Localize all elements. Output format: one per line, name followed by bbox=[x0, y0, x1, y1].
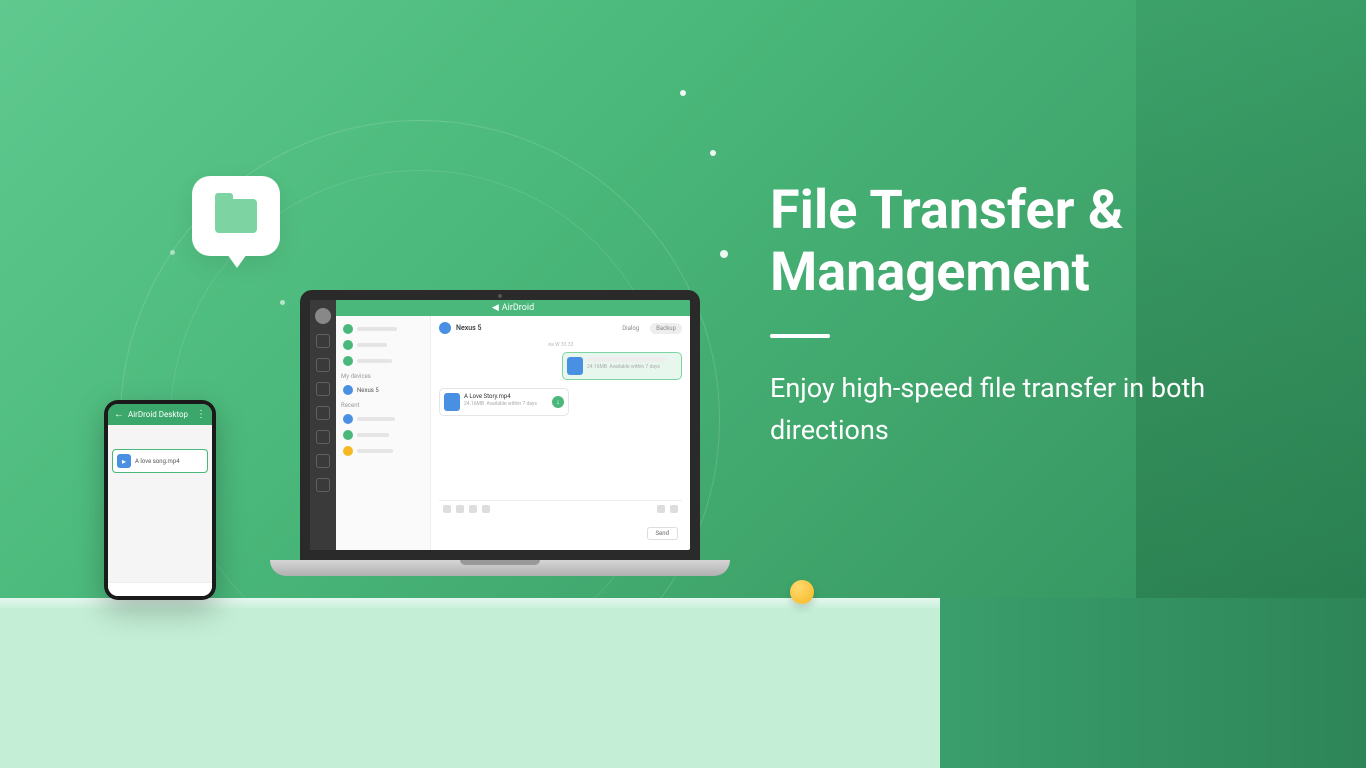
phone-chat-area: ▸ A love song.mp4 bbox=[108, 425, 212, 582]
folder-icon bbox=[215, 199, 257, 233]
app-main: ◀ AirDroid My devices Nexus 5 Recent bbox=[336, 300, 690, 550]
back-arrow-icon: ← bbox=[114, 409, 124, 420]
attachment-icon bbox=[482, 505, 490, 513]
hero-section: File Transfer & Management Enjoy high-sp… bbox=[770, 180, 1310, 452]
phone-input-bar bbox=[108, 582, 212, 596]
decorative-dot bbox=[720, 250, 728, 258]
sidebar-icon bbox=[316, 406, 330, 420]
chat-header: Nexus 5 Dialog Backup bbox=[439, 322, 682, 338]
sidebar-icon bbox=[316, 358, 330, 372]
phone-mockup: ← AirDroid Desktop ⋮ ▸ A love song.mp4 bbox=[104, 400, 216, 600]
download-icon: ↓ bbox=[552, 396, 564, 408]
phone-file-bubble: ▸ A love song.mp4 bbox=[112, 449, 208, 473]
file-title: A Love Story.mp4 bbox=[464, 393, 564, 400]
decorative-dot bbox=[170, 250, 175, 255]
file-icon bbox=[444, 393, 460, 411]
app-sidebar bbox=[310, 300, 336, 550]
file-icon bbox=[567, 357, 583, 375]
laptop-mockup: ◀ AirDroid My devices Nexus 5 Recent bbox=[270, 290, 730, 576]
hero-subtitle: Enjoy high-speed file transfer in both d… bbox=[770, 368, 1310, 452]
send-button: Send bbox=[647, 527, 678, 540]
divider bbox=[770, 334, 830, 338]
device-name: Nexus 5 bbox=[357, 387, 379, 394]
phone-header-title: AirDroid Desktop bbox=[128, 410, 188, 419]
chat-input-area: Send bbox=[439, 500, 682, 544]
incoming-file-message: A Love Story.mp4 24.16MB Available withi… bbox=[439, 388, 569, 416]
attachment-icon bbox=[456, 505, 464, 513]
device-avatar-icon bbox=[439, 322, 451, 334]
airdroid-logo-icon: ◀ bbox=[492, 303, 499, 313]
sidebar-icon bbox=[316, 478, 330, 492]
attachment-icon bbox=[443, 505, 451, 513]
phone-file-name: A love song.mp4 bbox=[135, 458, 180, 465]
platform-shadow bbox=[940, 598, 1366, 768]
chat-messages: via W 33.33 24.16MB Available within 7 d… bbox=[439, 338, 682, 500]
attachment-icon bbox=[657, 505, 665, 513]
attachment-icon bbox=[469, 505, 477, 513]
sidebar-icon bbox=[316, 430, 330, 444]
phone-app-header: ← AirDroid Desktop ⋮ bbox=[108, 404, 212, 425]
app-name: AirDroid bbox=[502, 303, 534, 313]
sidebar-icon bbox=[316, 334, 330, 348]
hero-title: File Transfer & Management bbox=[770, 180, 1310, 304]
chat-timestamp: via W 33.33 bbox=[439, 342, 682, 348]
laptop-base bbox=[270, 560, 730, 576]
recent-label: Recent bbox=[341, 402, 425, 409]
my-devices-label: My devices bbox=[341, 373, 425, 380]
user-avatar-icon bbox=[315, 308, 331, 324]
chat-panel: Nexus 5 Dialog Backup via W 33.33 bbox=[431, 316, 690, 550]
contacts-list: My devices Nexus 5 Recent bbox=[336, 316, 431, 550]
chat-device-name: Nexus 5 bbox=[456, 324, 481, 332]
phone-screen: ← AirDroid Desktop ⋮ ▸ A love song.mp4 bbox=[108, 404, 212, 596]
outgoing-file-message: 24.16MB Available within 7 days bbox=[562, 352, 682, 380]
menu-dots-icon: ⋮ bbox=[196, 409, 206, 420]
sidebar-icon bbox=[316, 382, 330, 396]
sidebar-icon bbox=[316, 454, 330, 468]
decorative-dot bbox=[680, 90, 686, 96]
folder-bubble-icon bbox=[192, 176, 280, 256]
app-title-bar: ◀ AirDroid bbox=[336, 300, 690, 316]
laptop-screen: ◀ AirDroid My devices Nexus 5 Recent bbox=[310, 300, 690, 550]
tab-dialog: Dialog bbox=[616, 323, 645, 334]
laptop-camera bbox=[498, 294, 502, 298]
attachment-icon bbox=[670, 505, 678, 513]
decorative-ball bbox=[790, 580, 814, 604]
file-icon: ▸ bbox=[117, 454, 131, 468]
decorative-dot bbox=[710, 150, 716, 156]
platform-surface bbox=[0, 598, 940, 768]
tab-backup: Backup bbox=[650, 323, 682, 334]
